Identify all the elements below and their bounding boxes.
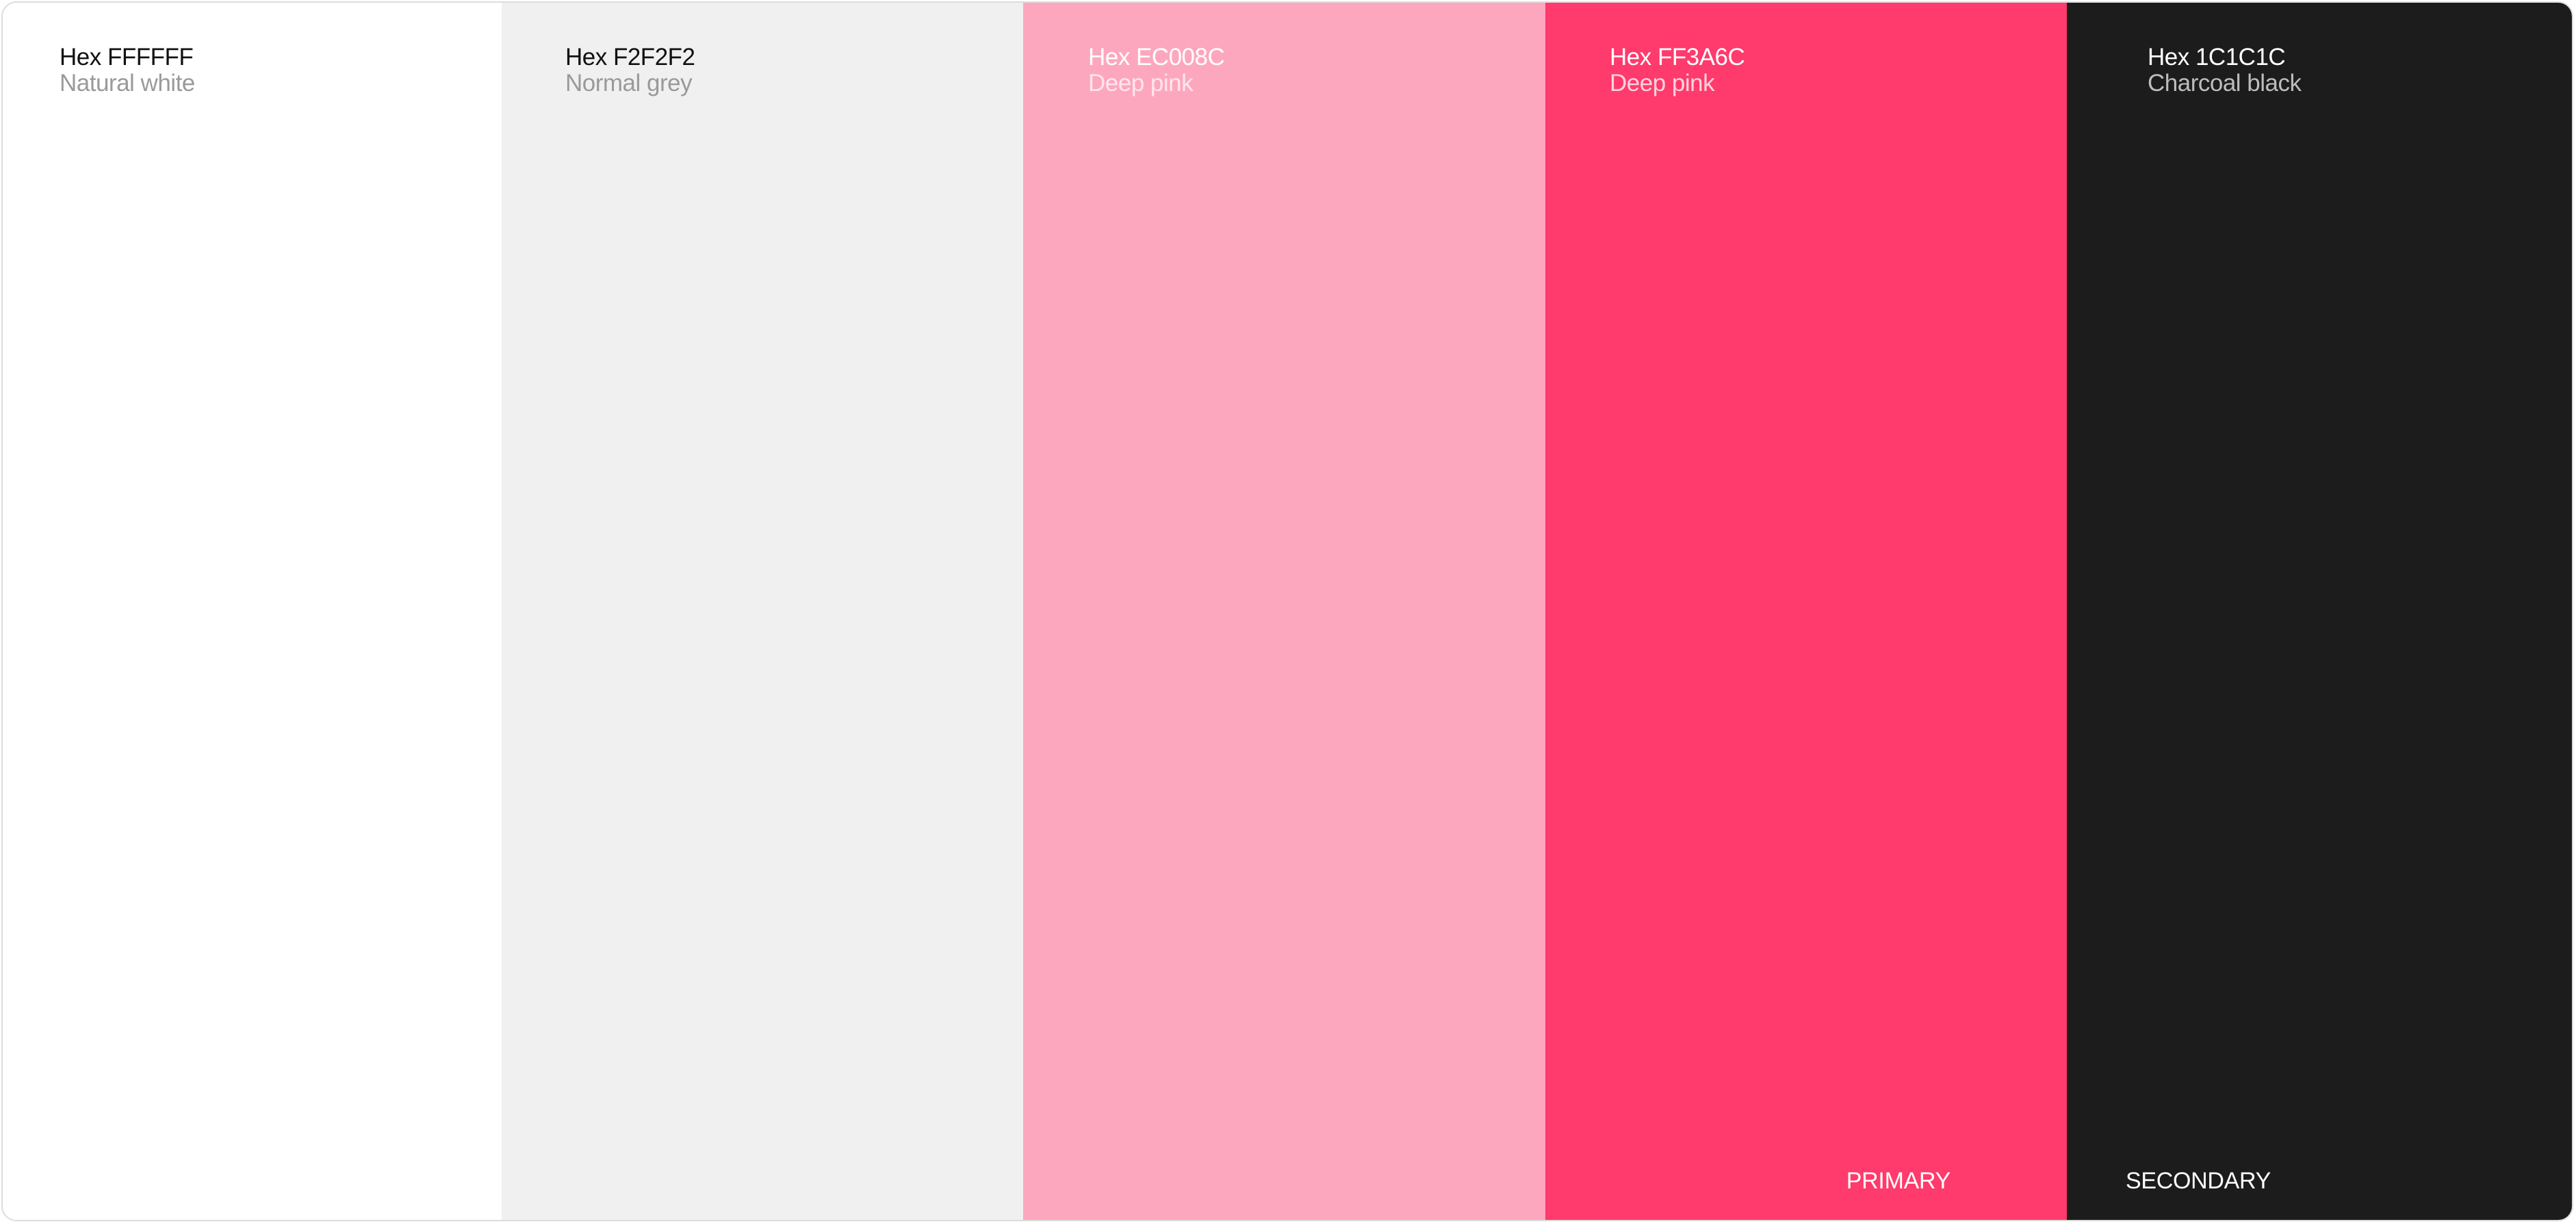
hex-code: Hex 1C1C1C (2148, 44, 2286, 70)
color-name: Deep pink (1610, 70, 1715, 96)
swatch-label: Hex FF3A6C Deep pink (1610, 44, 1745, 96)
color-name: Natural white (60, 70, 195, 96)
swatch-label: Hex FFFFFF Natural white (60, 45, 195, 95)
color-name: Deep pink (1088, 70, 1194, 96)
swatch-primary-pink: Hex FF3A6C Deep pink PRIMARY (1545, 3, 2067, 1220)
hex-code: Hex FFFFFF (60, 44, 194, 70)
hex-code: Hex F2F2F2 (565, 44, 695, 70)
swatch-natural-white: Hex FFFFFF Natural white (3, 3, 502, 1220)
color-palette: Hex FFFFFF Natural white Hex F2F2F2 Norm… (1, 1, 2573, 1221)
swatch-label: Hex EC008C Deep pink (1088, 44, 1225, 96)
swatch-charcoal-black: Hex 1C1C1C Charcoal black SECONDARY (2067, 3, 2572, 1220)
swatch-light-pink: Hex EC008C Deep pink (1023, 3, 1545, 1220)
hex-code: Hex EC008C (1088, 44, 1225, 70)
swatch-normal-grey: Hex F2F2F2 Normal grey (502, 3, 1023, 1220)
role-label-secondary: SECONDARY (2126, 1168, 2271, 1194)
color-name: Charcoal black (2148, 70, 2302, 96)
swatch-label: Hex F2F2F2 Normal grey (565, 45, 695, 95)
hex-code: Hex FF3A6C (1610, 44, 1745, 70)
role-label-primary: PRIMARY (1846, 1168, 1951, 1194)
color-name: Normal grey (565, 70, 693, 96)
swatch-label: Hex 1C1C1C Charcoal black (2148, 45, 2302, 95)
